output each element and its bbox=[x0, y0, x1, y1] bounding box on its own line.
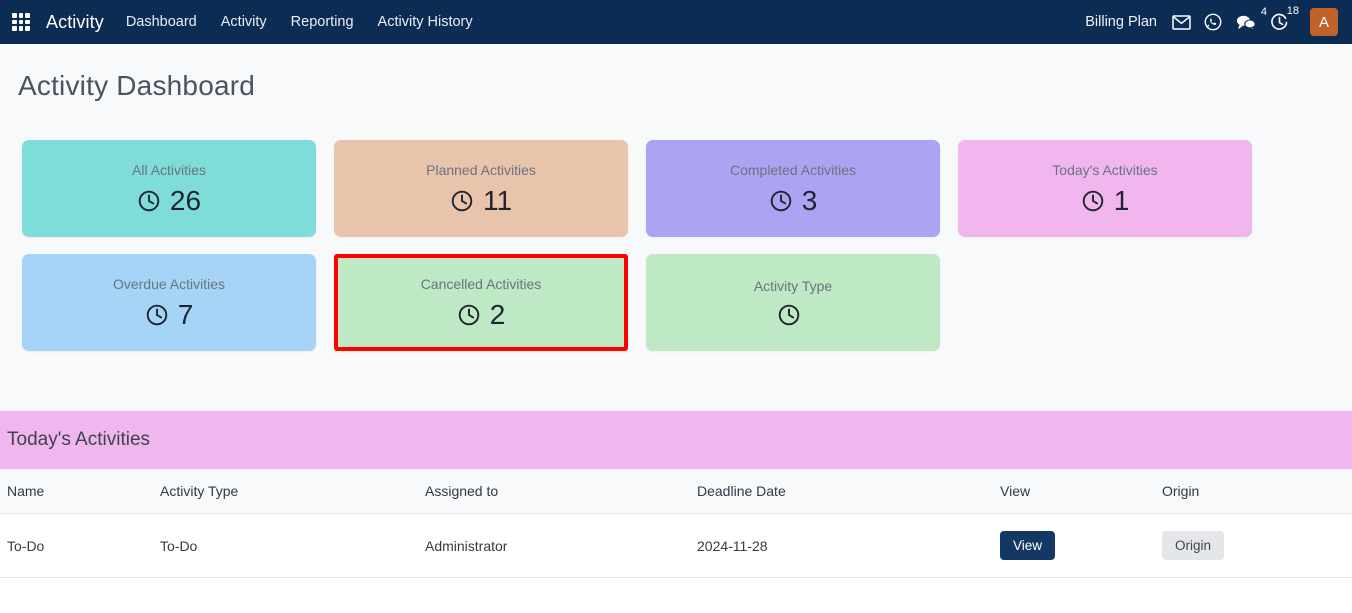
messages-icon[interactable]: 4 bbox=[1235, 6, 1267, 31]
column-header-assigned-to: Assigned to bbox=[425, 469, 697, 514]
card-value-group bbox=[777, 303, 810, 327]
activity-clock-icon[interactable]: 18 bbox=[1270, 5, 1299, 32]
brand-title[interactable]: Activity bbox=[46, 12, 104, 33]
card-count: 7 bbox=[177, 299, 194, 330]
card-title: Cancelled Activities bbox=[420, 276, 542, 292]
kpi-cards-grid: All Activities 26 Planned Activities 11 … bbox=[0, 102, 1352, 351]
cell-name: To-Do bbox=[0, 513, 160, 578]
card-title: Activity Type bbox=[753, 278, 833, 294]
clock-icon bbox=[769, 189, 793, 213]
table-row[interactable]: To-Do To-Do Administrator 2024-11-28 Vie… bbox=[0, 513, 1352, 578]
section-heading: Today's Activities bbox=[7, 429, 151, 450]
cell-activity-type: To-Do bbox=[160, 513, 425, 578]
page-title: Activity Dashboard bbox=[18, 70, 256, 101]
card-count: 2 bbox=[489, 299, 506, 330]
clock-icon bbox=[777, 303, 801, 327]
nav-link-dashboard[interactable]: Dashboard bbox=[126, 14, 197, 30]
whatsapp-icon[interactable] bbox=[1204, 13, 1222, 31]
card-title: Planned Activities bbox=[426, 162, 536, 178]
clock-icon bbox=[145, 303, 169, 327]
card-value-group: 7 bbox=[145, 299, 194, 330]
avatar[interactable]: A bbox=[1310, 8, 1338, 36]
billing-plan-link[interactable]: Billing Plan bbox=[1085, 14, 1157, 30]
top-navbar: Activity Dashboard Activity Reporting Ac… bbox=[0, 0, 1352, 44]
clock-icon bbox=[457, 303, 481, 327]
nav-link-reporting[interactable]: Reporting bbox=[291, 14, 354, 30]
column-header-activity-type: Activity Type bbox=[160, 469, 425, 514]
nav-links: Dashboard Activity Reporting Activity Hi… bbox=[126, 14, 473, 30]
clock-icon bbox=[450, 189, 474, 213]
mail-icon[interactable] bbox=[1172, 14, 1191, 30]
card-count: 26 bbox=[169, 185, 202, 216]
column-header-name: Name bbox=[0, 469, 160, 514]
view-button[interactable]: View bbox=[1000, 531, 1056, 560]
cell-view: View bbox=[1000, 513, 1162, 578]
card-value-group: 26 bbox=[137, 187, 201, 215]
nav-link-activity[interactable]: Activity bbox=[221, 14, 267, 30]
nav-link-activity-history[interactable]: Activity History bbox=[378, 14, 473, 30]
navbar-right-group: Billing Plan 4 18 A bbox=[1085, 5, 1342, 36]
page-body: Activity Dashboard All Activities 26 Pla… bbox=[0, 44, 1352, 411]
clock-icon bbox=[1081, 189, 1105, 213]
card-value-group: 2 bbox=[457, 299, 506, 330]
activity-badge: 18 bbox=[1286, 4, 1299, 17]
table-body: To-Do To-Do Administrator 2024-11-28 Vie… bbox=[0, 513, 1352, 578]
card-value-group: 11 bbox=[450, 187, 512, 215]
cell-deadline-date: 2024-11-28 bbox=[697, 513, 1000, 578]
column-header-view: View bbox=[1000, 469, 1162, 514]
card-cancelled-activities[interactable]: Cancelled Activities 2 bbox=[334, 254, 628, 351]
card-completed-activities[interactable]: Completed Activities 3 bbox=[646, 140, 940, 237]
card-count: 3 bbox=[801, 185, 818, 216]
card-count: 1 bbox=[1113, 185, 1130, 216]
card-value-group: 3 bbox=[769, 185, 818, 216]
card-overdue-activities[interactable]: Overdue Activities 7 bbox=[22, 254, 316, 351]
todays-activities-header: Today's Activities bbox=[0, 411, 1352, 469]
messages-badge: 4 bbox=[1260, 5, 1267, 18]
card-activity-type[interactable]: Activity Type bbox=[646, 254, 940, 351]
card-count: 11 bbox=[482, 185, 513, 216]
card-all-activities[interactable]: All Activities 26 bbox=[22, 140, 316, 237]
table-header-row: Name Activity Type Assigned to Deadline … bbox=[0, 469, 1352, 514]
apps-grid-icon[interactable] bbox=[8, 9, 34, 35]
origin-button[interactable]: Origin bbox=[1162, 531, 1225, 560]
table-head: Name Activity Type Assigned to Deadline … bbox=[0, 469, 1352, 514]
card-title: Today's Activities bbox=[1052, 162, 1158, 178]
card-title: Completed Activities bbox=[729, 162, 857, 178]
card-planned-activities[interactable]: Planned Activities 11 bbox=[334, 140, 628, 237]
cell-assigned-to: Administrator bbox=[425, 513, 697, 578]
card-title: Overdue Activities bbox=[112, 276, 226, 292]
clock-icon bbox=[137, 189, 161, 213]
card-value-group: 1 bbox=[1081, 185, 1130, 216]
cell-origin: Origin bbox=[1162, 513, 1352, 578]
column-header-deadline-date: Deadline Date bbox=[697, 469, 1000, 514]
column-header-origin: Origin bbox=[1162, 469, 1352, 514]
card-title: All Activities bbox=[132, 162, 206, 178]
todays-activities-table: Name Activity Type Assigned to Deadline … bbox=[0, 469, 1352, 578]
card-todays-activities[interactable]: Today's Activities 1 bbox=[958, 140, 1252, 237]
